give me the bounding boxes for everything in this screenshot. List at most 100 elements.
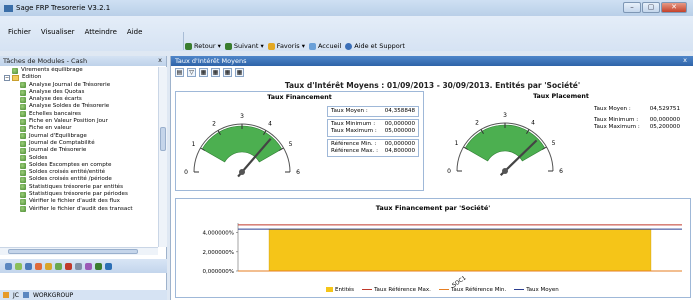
tasks-panel: Tâches de Modules - Cash x Virements équ… <box>0 56 167 300</box>
gauge-hub <box>239 169 245 175</box>
home-button[interactable]: Accueil <box>308 42 341 50</box>
module-tree: Virements équilibrage − Edition Analyse Jou… <box>0 67 158 247</box>
report-icon <box>20 177 26 184</box>
report-close-button[interactable]: x <box>683 56 687 64</box>
legend-line <box>514 288 525 291</box>
tree-item-label: Virements équilibrage <box>21 67 83 73</box>
gauge-green-zone <box>201 125 283 163</box>
legend-label: Taux Référence Max. <box>374 287 431 293</box>
filter-icon[interactable]: ▽ <box>187 68 196 77</box>
toolbar-separator <box>183 32 184 50</box>
maximize-button[interactable]: ▢ <box>642 2 660 13</box>
favorites-button[interactable]: Favoris ▾ <box>267 42 305 50</box>
report-icon <box>20 118 26 125</box>
module-icon[interactable] <box>45 262 52 270</box>
legend-label: Taux Moyen <box>526 287 559 293</box>
report-icon <box>20 184 26 191</box>
view-icon[interactable]: ▦ <box>211 68 220 77</box>
report-icon <box>20 133 26 140</box>
report-icon <box>20 140 26 147</box>
help-button[interactable]: Aide et Support <box>345 42 405 50</box>
menu-atteindre[interactable]: Atteindre <box>85 28 117 36</box>
module-icon[interactable] <box>95 262 102 270</box>
globe-icon[interactable] <box>25 262 32 270</box>
module-icon[interactable] <box>55 262 62 270</box>
module-icon[interactable] <box>85 262 92 270</box>
module-icons-bar <box>0 259 167 273</box>
tree-horizontal-scrollbar[interactable] <box>0 247 158 255</box>
workgroup-name: WORKGROUP <box>32 291 74 299</box>
gauge-tick-label: 5 <box>289 141 293 148</box>
tree-item[interactable]: Journal de Trésorerie <box>0 147 158 154</box>
tree-item[interactable]: Vérifier le fichier d'audit des flux <box>0 198 158 205</box>
folder-icon <box>12 74 19 81</box>
tree-item-label: Soldes croisés entité /période <box>29 176 112 183</box>
tree-item[interactable]: Statistiques trésorerie par entités <box>0 184 158 191</box>
collapse-icon[interactable]: − <box>4 74 10 81</box>
metric-value: 05,200000 <box>649 124 680 130</box>
metric-label: Taux Moyen : <box>331 108 368 114</box>
tree-item[interactable]: − Edition <box>0 74 158 81</box>
tree-item[interactable]: Echelles bancaires <box>0 111 158 118</box>
print-icon[interactable]: ▤ <box>175 68 184 77</box>
scrollbar-thumb[interactable] <box>160 127 166 151</box>
gauge-tick-label: 0 <box>184 169 188 176</box>
metric-label: Taux Minimum : <box>331 121 376 127</box>
minmax-box: Taux Minimum : 00,000000 Taux Maximum : 05… <box>591 116 683 132</box>
scrollbar-thumb[interactable] <box>8 249 138 254</box>
tree-item[interactable]: Analyse Journal de Trésorerie <box>0 82 158 89</box>
report-icon <box>20 104 26 111</box>
tree-item[interactable]: Journal d'Equilibrage <box>0 133 158 140</box>
forward-button[interactable]: Suivant ▾ <box>224 42 264 50</box>
navigation-toolbar: Retour ▾ Suivant ▾ Favoris ▾ Accueil Aid… <box>185 40 405 52</box>
minimize-button[interactable]: – <box>623 2 641 13</box>
legend-item: Taux Référence Min. <box>438 287 506 293</box>
report-icon <box>20 198 26 205</box>
view-icon[interactable]: ▦ <box>235 68 244 77</box>
tree-item[interactable]: Vérifier le fichier d'audit des transact <box>0 206 158 213</box>
module-icon[interactable] <box>15 262 22 270</box>
close-button[interactable]: ✕ <box>661 2 687 13</box>
tree-vertical-scrollbar[interactable] <box>158 67 167 247</box>
module-icon[interactable] <box>75 262 82 270</box>
gauge-tick-label: 2 <box>212 121 216 128</box>
y-tick-label: 4,000000% <box>203 231 234 237</box>
tree-item-label: Statistiques trésorerie par entités <box>29 183 123 190</box>
tree-item[interactable]: Virements équilibrage <box>0 67 158 74</box>
tasks-panel-close-button[interactable]: x <box>158 56 162 64</box>
report-title: Taux d'Intérêt Moyens : 01/09/2013 - 30/… <box>284 81 581 90</box>
tree-item[interactable]: Analyse Soldes de Trésorerie <box>0 103 158 111</box>
report-tab[interactable]: Taux d'Intérêt Moyens x <box>171 56 693 66</box>
tree-item-label: Edition <box>22 74 42 81</box>
gauge-tick-label: 4 <box>531 120 535 127</box>
module-icon[interactable] <box>35 262 42 270</box>
tree-item[interactable]: Fiche en valeur <box>0 125 158 133</box>
module-icon[interactable] <box>105 262 112 270</box>
gauge-tick-label: 1 <box>455 140 459 147</box>
legend-item: Taux Référence Max. <box>362 287 431 293</box>
chart-legend: Entités Taux Référence Max. Taux Référen… <box>326 287 559 293</box>
gauge-tick-label: 3 <box>240 113 244 120</box>
forward-icon <box>224 42 232 50</box>
report-icon <box>20 89 26 96</box>
view-icon[interactable]: ▦ <box>223 68 232 77</box>
user-name: JC <box>13 291 19 299</box>
gauge-financement: 0 1 2 3 4 5 6 <box>184 113 300 178</box>
module-icon[interactable] <box>65 262 72 270</box>
tree-item[interactable]: Fiche en Valeur Position Jour <box>0 118 158 125</box>
back-button[interactable]: Retour ▾ <box>185 42 221 50</box>
report-tab-title: Taux d'Intérêt Moyens <box>175 57 247 65</box>
gauge-tick-label: 4 <box>268 121 272 128</box>
menu-aide[interactable]: Aide <box>127 28 142 36</box>
cash-module-icon[interactable] <box>5 262 12 270</box>
moyen-box: Taux Moyen : 04,358848 <box>327 106 419 117</box>
metric-label: Taux Maximum : <box>331 128 377 134</box>
view-icon[interactable]: ▦ <box>199 68 208 77</box>
menu-visualiser[interactable]: Visualiser <box>41 28 75 36</box>
y-tick-label: 2,000000% <box>203 250 234 256</box>
metric-value: 00,000000 <box>649 117 680 123</box>
tree-item[interactable]: Soldes croisés entité /période <box>0 176 158 184</box>
tree-item[interactable]: Soldes <box>0 155 158 162</box>
menu-fichier[interactable]: Fichier <box>8 28 31 36</box>
report-icon <box>12 67 18 74</box>
